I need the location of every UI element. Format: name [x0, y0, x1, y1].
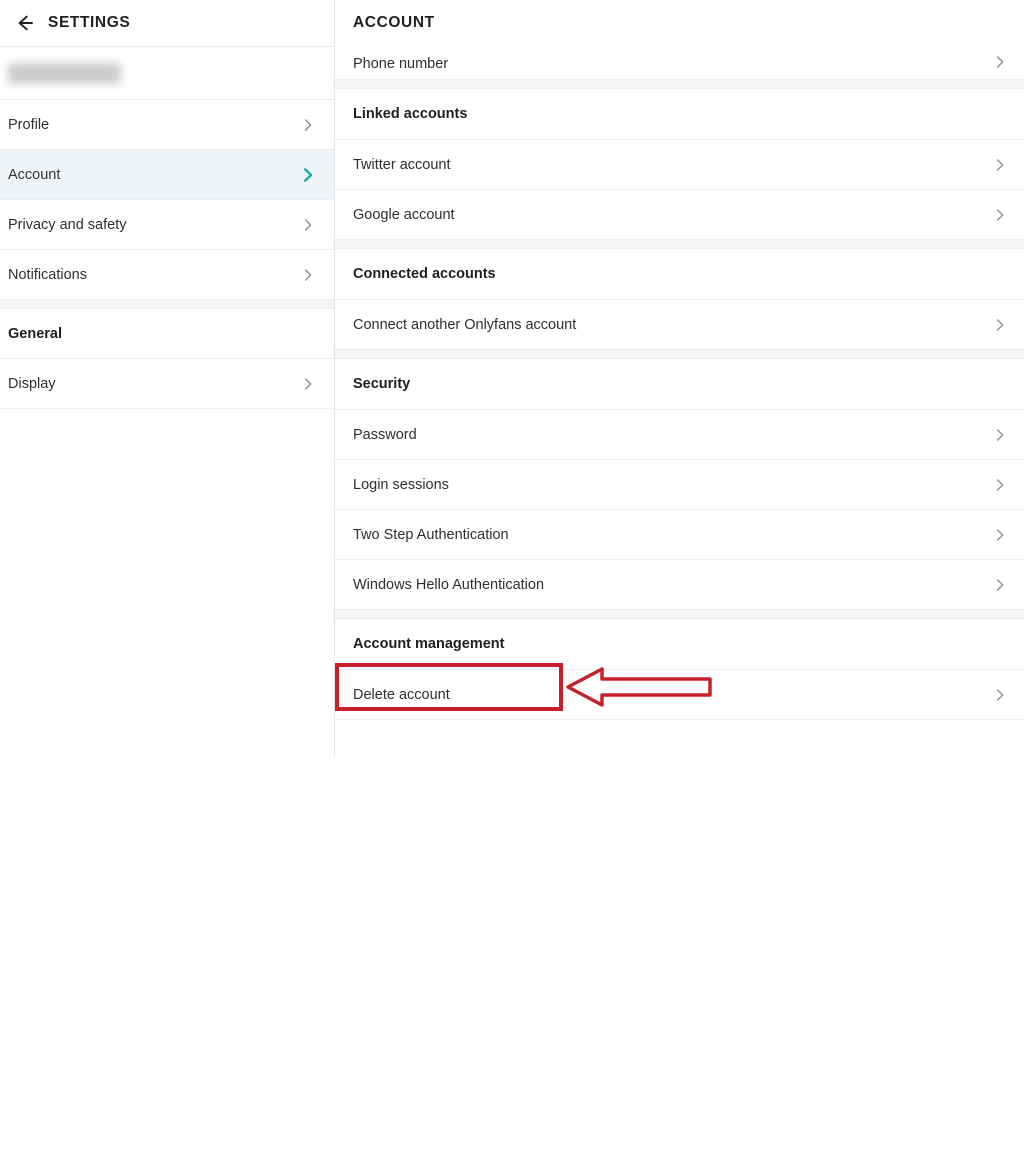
content-section-label: Connected accounts	[353, 266, 496, 282]
content-row-label: Delete account	[353, 687, 990, 703]
sidebar-item-display[interactable]: Display	[0, 359, 334, 409]
chevron-right-icon	[990, 205, 1010, 225]
redacted-username	[8, 63, 121, 84]
content-row-phone-number[interactable]: Phone number	[335, 45, 1024, 79]
content-section-gap	[335, 609, 1024, 619]
content-section-linked-accounts: Linked accounts	[335, 89, 1024, 139]
sidebar-header: SETTINGS	[0, 0, 334, 46]
chevron-right-icon	[990, 315, 1010, 335]
sidebar-section-label: General	[8, 326, 62, 342]
content-row-label: Twitter account	[353, 157, 990, 173]
sidebar-item-label: Profile	[8, 117, 298, 133]
account-settings-panel: ACCOUNT Phone number Linked accounts Twi…	[335, 0, 1024, 757]
chevron-right-icon	[298, 265, 318, 285]
content-row-connect-another-onlyfans-account[interactable]: Connect another Onlyfans account	[335, 299, 1024, 349]
chevron-right-icon	[990, 685, 1010, 705]
account-name-row[interactable]	[0, 47, 334, 100]
page-title: SETTINGS	[48, 14, 130, 32]
content-section-gap	[335, 239, 1024, 249]
chevron-right-icon	[298, 215, 318, 235]
settings-screen: SETTINGS Profile Account	[0, 0, 1024, 757]
chevron-right-icon	[990, 425, 1010, 445]
content-section-account-management: Account management	[335, 619, 1024, 669]
content-row-delete-account[interactable]: Delete account	[335, 669, 1024, 719]
content-title: ACCOUNT	[353, 14, 435, 32]
content-row-two-step-authentication[interactable]: Two Step Authentication	[335, 509, 1024, 559]
chevron-right-icon	[298, 374, 318, 394]
chevron-right-icon	[990, 52, 1010, 72]
content-row-label: Google account	[353, 207, 990, 223]
sidebar-item-notifications[interactable]: Notifications	[0, 250, 334, 300]
chevron-right-icon	[298, 115, 318, 135]
content-row-google-account[interactable]: Google account	[335, 189, 1024, 239]
content-header: ACCOUNT	[335, 0, 1024, 45]
chevron-right-icon	[990, 525, 1010, 545]
settings-sidebar: SETTINGS Profile Account	[0, 0, 335, 757]
sidebar-item-label: Notifications	[8, 267, 298, 283]
content-section-gap	[335, 349, 1024, 359]
content-row-label: Phone number	[353, 56, 990, 72]
content-row-label: Two Step Authentication	[353, 527, 990, 543]
content-row-label: Password	[353, 427, 990, 443]
chevron-right-icon	[990, 475, 1010, 495]
chevron-right-icon	[990, 575, 1010, 595]
sidebar-item-label: Privacy and safety	[8, 217, 298, 233]
sidebar-item-account[interactable]: Account	[0, 150, 334, 200]
chevron-right-icon	[990, 155, 1010, 175]
content-section-label: Linked accounts	[353, 106, 467, 122]
content-row-windows-hello-authentication[interactable]: Windows Hello Authentication	[335, 559, 1024, 609]
content-section-label: Security	[353, 376, 410, 392]
back-arrow-icon[interactable]	[9, 8, 39, 38]
content-row-label: Windows Hello Authentication	[353, 577, 990, 593]
sidebar-item-label: Account	[8, 167, 298, 183]
content-row-label: Connect another Onlyfans account	[353, 317, 990, 333]
content-row-password[interactable]: Password	[335, 409, 1024, 459]
chevron-right-icon	[298, 165, 318, 185]
sidebar-item-label: Display	[8, 376, 298, 392]
sidebar-empty-area	[0, 409, 334, 1166]
sidebar-section-general: General	[0, 309, 334, 359]
content-section-label: Account management	[353, 636, 504, 652]
content-section-connected-accounts: Connected accounts	[335, 249, 1024, 299]
content-section-security: Security	[335, 359, 1024, 409]
content-row-login-sessions[interactable]: Login sessions	[335, 459, 1024, 509]
sidebar-item-profile[interactable]: Profile	[0, 100, 334, 150]
content-row-label: Login sessions	[353, 477, 990, 493]
sidebar-item-privacy-and-safety[interactable]: Privacy and safety	[0, 200, 334, 250]
content-section-gap	[335, 79, 1024, 89]
content-row-twitter-account[interactable]: Twitter account	[335, 139, 1024, 189]
content-empty-area	[335, 719, 1024, 765]
sidebar-section-gap	[0, 300, 334, 309]
